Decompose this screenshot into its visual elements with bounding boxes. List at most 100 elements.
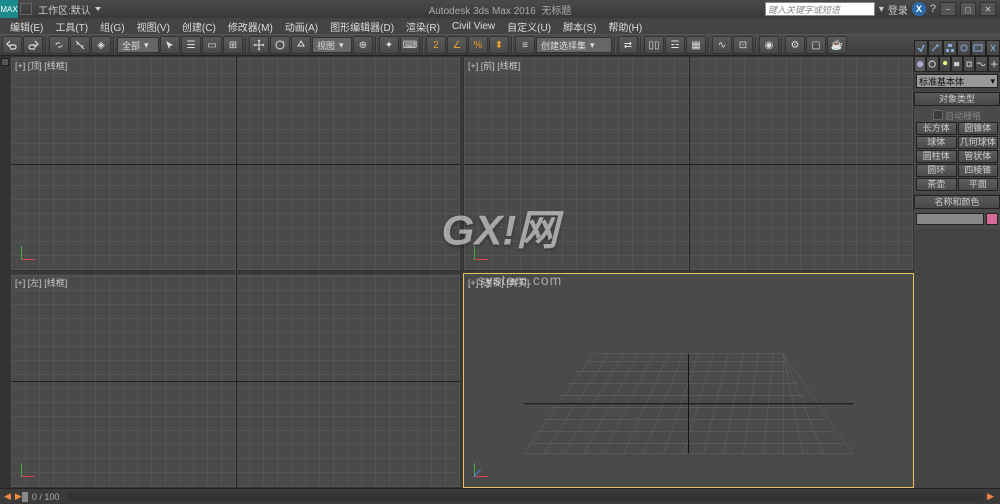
geosphere-button[interactable]: 几何球体	[958, 136, 999, 149]
teapot-button[interactable]: 茶壶	[916, 178, 957, 191]
select-button[interactable]	[160, 36, 180, 54]
name-color-rollout-header[interactable]: 名称和颜色	[914, 195, 1000, 209]
help-icon[interactable]: ?	[930, 3, 936, 15]
pivot-button[interactable]: ⊕	[353, 36, 373, 54]
render-setup-button[interactable]: ⚙	[785, 36, 805, 54]
menu-edit[interactable]: 编辑(E)	[4, 19, 49, 34]
modify-tab[interactable]	[928, 40, 942, 56]
toggle-ribbon-button[interactable]: ▦	[686, 36, 706, 54]
manipulate-button[interactable]: ✦	[379, 36, 399, 54]
spacewarps-subtab[interactable]	[975, 56, 987, 72]
lights-subtab[interactable]	[939, 56, 951, 72]
menu-views[interactable]: 视图(V)	[131, 19, 176, 34]
display-tab[interactable]	[971, 40, 985, 56]
bind-spacewarp-button[interactable]: ◈	[91, 36, 111, 54]
viewport-left[interactable]: [+] [左] [线框]	[10, 273, 461, 488]
time-slider-track[interactable]	[67, 493, 983, 501]
utilities-tab[interactable]	[986, 40, 1000, 56]
exchange-icon[interactable]: X	[912, 2, 926, 16]
viewport-top[interactable]: [+] [顶] [线框]	[10, 56, 461, 271]
spinner-snap-button[interactable]: ⬍	[489, 36, 509, 54]
cylinder-button[interactable]: 圆柱体	[916, 150, 957, 163]
maximize-button[interactable]: ◻	[960, 2, 976, 16]
schematic-view-button[interactable]: ⊡	[733, 36, 753, 54]
close-button[interactable]: ✕	[980, 2, 996, 16]
menu-modifiers[interactable]: 修改器(M)	[222, 19, 279, 34]
help-search-input[interactable]: 键入关键字或短语	[765, 2, 875, 16]
box-button[interactable]: 长方体	[916, 122, 957, 135]
app-title: Autodesk 3ds Max 2016 无标题	[429, 2, 572, 17]
motion-tab[interactable]	[957, 40, 971, 56]
login-button[interactable]: 登录	[888, 2, 908, 17]
menu-customize[interactable]: 自定义(U)	[501, 19, 557, 34]
tube-button[interactable]: 管状体	[958, 150, 999, 163]
align-button[interactable]: ▯▯	[644, 36, 664, 54]
render-production-button[interactable]: ☕	[827, 36, 847, 54]
menu-rendering[interactable]: 渲染(R)	[400, 19, 446, 34]
keyboard-shortcut-button[interactable]: ⌨	[400, 36, 420, 54]
minimize-button[interactable]: −	[940, 2, 956, 16]
object-color-swatch[interactable]	[986, 213, 998, 225]
create-tab[interactable]	[914, 40, 928, 56]
viewport-perspective[interactable]: [+] [透视] [真实]	[463, 273, 914, 488]
viewport-front[interactable]: [+] [前] [线框]	[463, 56, 914, 271]
snap-2d-button[interactable]: 2	[426, 36, 446, 54]
redo-button[interactable]	[23, 36, 43, 54]
selection-region-button[interactable]: ▭	[202, 36, 222, 54]
rendered-frame-button[interactable]: ▢	[806, 36, 826, 54]
object-name-input[interactable]	[916, 213, 984, 225]
ref-coord-combo[interactable]: 视图▾	[312, 37, 352, 53]
window-crossing-button[interactable]: ⊞	[223, 36, 243, 54]
menu-civil-view[interactable]: Civil View	[446, 21, 501, 32]
menu-graph-editors[interactable]: 图形编辑器(D)	[324, 19, 400, 34]
material-editor-button[interactable]: ◉	[759, 36, 779, 54]
selection-filter-combo[interactable]: 全部▾	[117, 37, 159, 53]
menu-group[interactable]: 组(G)	[94, 19, 130, 34]
named-selection-button[interactable]: ≡	[515, 36, 535, 54]
menu-tools[interactable]: 工具(T)	[49, 19, 94, 34]
auto-grid-checkbox[interactable]	[933, 110, 943, 120]
qat-button[interactable]	[20, 3, 32, 15]
shapes-subtab[interactable]	[926, 56, 938, 72]
menu-animation[interactable]: 动画(A)	[279, 19, 324, 34]
menu-maxscript[interactable]: 脚本(S)	[557, 19, 602, 34]
object-type-rollout-header[interactable]: 对象类型	[914, 92, 1000, 106]
viewport-label[interactable]: [+] [透视] [真实]	[468, 276, 529, 289]
mirror-button[interactable]: ⇄	[618, 36, 638, 54]
select-by-name-button[interactable]: ☰	[181, 36, 201, 54]
move-button[interactable]	[249, 36, 269, 54]
cone-button[interactable]: 圆锥体	[958, 122, 999, 135]
geometry-category-dropdown[interactable]: 标准基本体▾	[916, 74, 998, 88]
viewport-layout-button[interactable]	[1, 58, 9, 66]
sphere-button[interactable]: 球体	[916, 136, 957, 149]
layer-button[interactable]: ☲	[665, 36, 685, 54]
unlink-button[interactable]	[70, 36, 90, 54]
pyramid-button[interactable]: 四棱锥	[958, 164, 999, 177]
command-panel: 标准基本体▾ 对象类型 自动栅格 长方体 圆锥体 球体 几何球体 圆柱体 管状体…	[914, 40, 1000, 504]
cameras-subtab[interactable]	[951, 56, 963, 72]
snap-angle-button[interactable]: ∠	[447, 36, 467, 54]
geometry-subtab[interactable]	[914, 56, 926, 72]
viewport-label[interactable]: [+] [前] [线框]	[468, 59, 520, 72]
rotate-button[interactable]	[270, 36, 290, 54]
systems-subtab[interactable]	[988, 56, 1000, 72]
app-icon[interactable]: MAX	[0, 0, 18, 18]
workspace-name[interactable]: 默认	[71, 2, 91, 17]
scale-button[interactable]	[291, 36, 311, 54]
hierarchy-tab[interactable]	[943, 40, 957, 56]
snap-percent-button[interactable]: %	[468, 36, 488, 54]
plane-button[interactable]: 平面	[958, 178, 999, 191]
title-bar: MAX 工作区: 默认 Autodesk 3ds Max 2016 无标题 键入…	[0, 0, 1000, 18]
link-button[interactable]	[49, 36, 69, 54]
viewport-label[interactable]: [+] [顶] [线框]	[15, 59, 67, 72]
menu-create[interactable]: 创建(C)	[176, 19, 222, 34]
named-selection-combo[interactable]: 创建选择集▾	[536, 37, 612, 53]
viewport-label[interactable]: [+] [左] [线框]	[15, 276, 67, 289]
torus-button[interactable]: 圆环	[916, 164, 957, 177]
helpers-subtab[interactable]	[963, 56, 975, 72]
infocenter-dropdown-icon[interactable]: ▾	[879, 4, 884, 15]
curve-editor-button[interactable]: ∿	[712, 36, 732, 54]
menu-help[interactable]: 帮助(H)	[602, 19, 648, 34]
undo-button[interactable]	[2, 36, 22, 54]
workspace-dropdown-icon[interactable]	[95, 7, 101, 11]
